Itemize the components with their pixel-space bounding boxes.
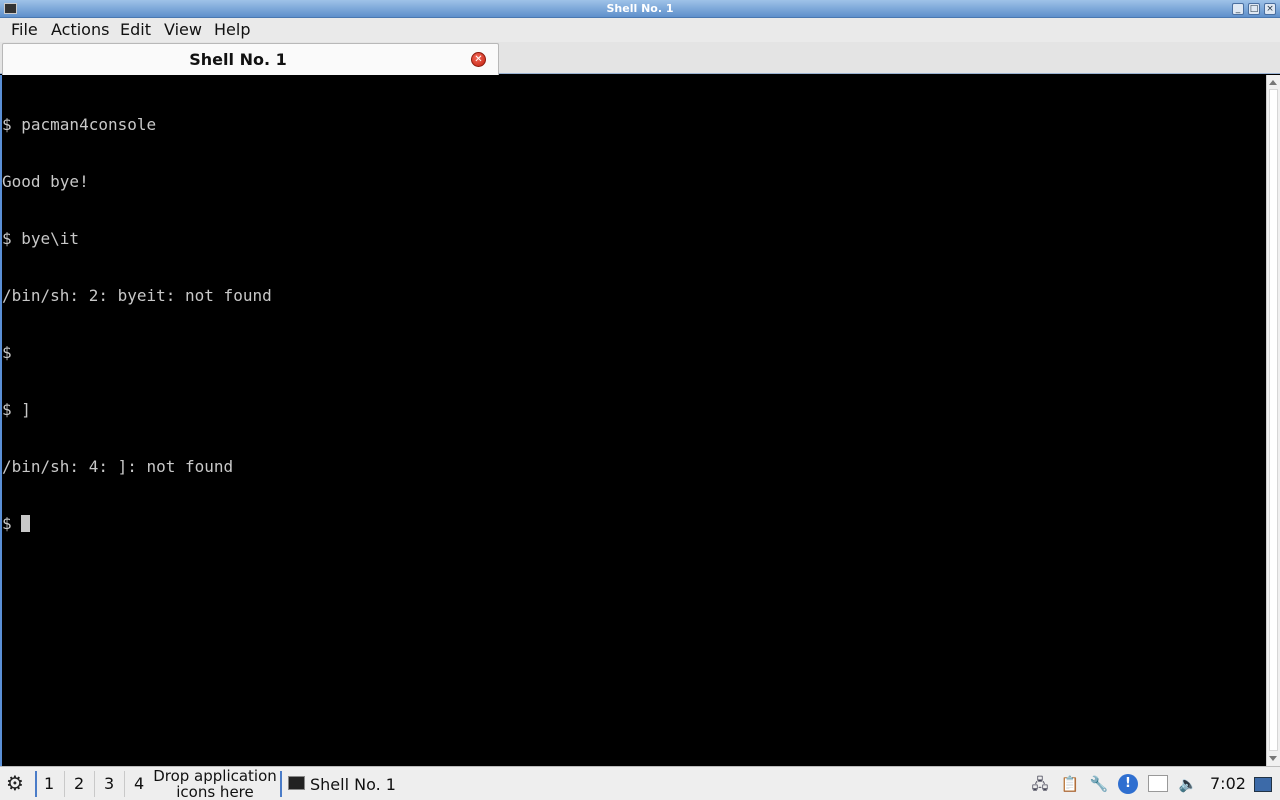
- tab-strip: Shell No. 1 ✕: [0, 42, 1280, 75]
- terminal-output[interactable]: $ pacman4console Good bye! $ bye\it /bin…: [0, 75, 1266, 766]
- terminal-line: $: [2, 343, 12, 362]
- scroll-up-icon[interactable]: [1269, 80, 1277, 85]
- taskbar-separator: [35, 771, 37, 797]
- scroll-down-icon[interactable]: [1269, 756, 1277, 761]
- start-menu-icon[interactable]: ⚙: [4, 772, 26, 794]
- taskbar-separator: [124, 771, 125, 797]
- close-window-button[interactable]: ×: [1264, 3, 1276, 15]
- close-icon[interactable]: ✕: [471, 52, 486, 67]
- menu-view[interactable]: View: [163, 20, 203, 39]
- terminal-line: Good bye!: [2, 172, 89, 191]
- tools-icon[interactable]: 🔧: [1089, 774, 1109, 794]
- launcher-drop-zone[interactable]: Drop application icons here: [152, 768, 278, 800]
- desktop-3-button[interactable]: 3: [104, 774, 114, 793]
- terminal-line: /bin/sh: 4: ]: not found: [2, 457, 234, 476]
- terminal-scrollbar[interactable]: [1266, 75, 1280, 766]
- desktop-1-button[interactable]: 1: [44, 774, 54, 793]
- desktop-2-button[interactable]: 2: [74, 774, 84, 793]
- menu-edit[interactable]: Edit: [119, 20, 152, 39]
- taskbar-separator: [280, 771, 282, 797]
- notes-icon[interactable]: [1148, 775, 1168, 792]
- terminal-prompt: $: [2, 514, 22, 533]
- tab-label: Shell No. 1: [189, 50, 287, 69]
- clock[interactable]: 7:02: [1210, 774, 1246, 793]
- task-button-shell[interactable]: Shell No. 1: [285, 770, 415, 798]
- clipboard-icon[interactable]: 📋: [1060, 774, 1080, 794]
- terminal-lines: $ pacman4console Good bye! $ bye\it /bin…: [2, 77, 272, 571]
- menu-file[interactable]: File: [10, 20, 39, 39]
- desktop-4-button[interactable]: 4: [134, 774, 144, 793]
- terminal-line: $ bye\it: [2, 229, 80, 248]
- menubar: File Actions Edit View Help: [0, 18, 1280, 42]
- terminal-prompt-line: $: [2, 514, 272, 533]
- taskbar: ⚙ 1 2 3 4 Drop application icons here Sh…: [0, 766, 1280, 800]
- maximize-button[interactable]: □: [1248, 3, 1260, 15]
- info-icon[interactable]: !: [1118, 774, 1138, 794]
- volume-icon[interactable]: 🔈: [1178, 774, 1198, 794]
- terminal-icon: [288, 776, 305, 790]
- window-titlebar[interactable]: Shell No. 1 _ □ ×: [0, 0, 1280, 18]
- menu-actions[interactable]: Actions: [50, 20, 110, 39]
- show-desktop-icon[interactable]: [1254, 777, 1272, 792]
- taskbar-separator: [64, 771, 65, 797]
- terminal-line: /bin/sh: 2: byeit: not found: [2, 286, 272, 305]
- scrollbar-thumb[interactable]: [1269, 89, 1278, 751]
- minimize-button[interactable]: _: [1232, 3, 1244, 15]
- menu-help[interactable]: Help: [213, 20, 251, 39]
- network-icon[interactable]: 🖧: [1030, 774, 1050, 794]
- terminal-line: $ pacman4console: [2, 115, 157, 134]
- taskbar-separator: [94, 771, 95, 797]
- tab-shell-1[interactable]: Shell No. 1 ✕: [2, 43, 499, 75]
- terminal-line: $ ]: [2, 400, 31, 419]
- window-title: Shell No. 1: [606, 2, 674, 15]
- text-cursor: [21, 515, 31, 532]
- task-label: Shell No. 1: [310, 775, 396, 794]
